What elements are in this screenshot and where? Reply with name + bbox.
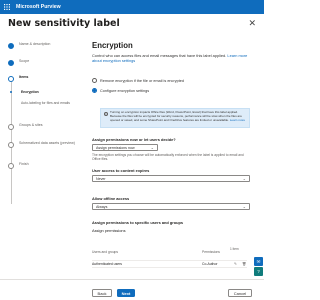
info-learn-more-link[interactable]: Learn more [230,118,245,122]
side-floating-actions: ✉ ? [254,257,264,277]
step-finish[interactable]: Finish [8,162,81,169]
step-scope[interactable]: Scope [8,59,81,66]
dropdown-value: Always [96,204,108,209]
step-items[interactable]: Items [8,75,81,82]
step-schematized-assets[interactable]: Schematized data assets (preview) [8,141,81,148]
info-icon: i [104,111,108,116]
intro-text: Control who can access files and email m… [92,53,250,63]
assign-permissions-label: Assign permissions now or let users deci… [92,137,176,142]
dropdown-value: Assign permissions now [96,145,135,150]
cancel-button[interactable]: Cancel [228,289,252,297]
row-user: Authenticated users [92,262,122,266]
close-icon[interactable]: ✕ [248,18,256,29]
access-expires-label: User access to content expires [92,168,150,173]
step-name-description[interactable]: Name & description [8,42,81,49]
specific-permissions-label: Assign permissions to specific users and… [92,220,184,225]
edit-icon[interactable]: ✎ [234,262,237,266]
row-permission: Co-Author [202,262,218,266]
offline-access-dropdown[interactable]: Always ⌄ [92,203,250,210]
radio-remove-encryption[interactable]: Remove encryption if the file or email i… [92,78,184,83]
info-body: Turning on encryption impacts Office fil… [110,110,242,122]
brand-name[interactable]: Microsoft Purview [16,4,61,10]
radio-configure-encryption[interactable]: Configure encryption settings [92,88,149,93]
col-users-groups: Users and groups [92,250,119,254]
step-groups-sites[interactable]: Groups & sites [8,123,81,130]
step-label: Groups & sites [19,123,43,127]
section-heading: Encryption [92,41,133,50]
page-title: New sensitivity label [8,18,120,29]
radio-label: Remove encryption if the file or email i… [100,78,184,83]
offline-access-label: Allow offline access [92,196,130,201]
col-permissions: Permissions [202,250,220,254]
table-row[interactable]: Authenticated users Co-Author ✎ 🗑 [92,260,247,268]
step-label: Scope [19,59,30,63]
assign-permissions-link[interactable]: Assign permissions [92,228,126,233]
back-button[interactable]: Back [92,289,112,297]
app-launcher-icon[interactable] [0,0,14,14]
permissions-table-header: Users and groups Permissions [92,250,247,254]
step-pending-icon [8,123,14,130]
radio-label: Configure encryption settings [100,88,150,93]
step-pending-icon [8,141,14,148]
next-button[interactable]: Next [117,289,135,297]
chevron-down-icon: ⌄ [242,204,246,209]
assign-permissions-dropdown[interactable]: Assign permissions now ⌄ [92,144,158,151]
delete-icon[interactable]: 🗑 [242,262,246,266]
step-label: Items [19,75,29,79]
step-label: Name & description [19,42,51,46]
chevron-down-icon: ⌄ [242,176,246,181]
step-current-icon [8,75,14,82]
step-complete-icon [8,59,14,66]
info-text: Turning on encryption impacts Office fil… [110,110,246,125]
radio-circle [92,78,97,83]
dropdown-value: Never [96,176,106,181]
step-pending-icon [8,162,14,169]
step-label: Finish [19,162,29,166]
help-icon[interactable]: ? [254,267,263,276]
radio-circle-selected [92,88,97,93]
wizard-footer: Back Next Cancel [0,279,264,300]
info-message: i Turning on encryption impacts Office f… [100,108,250,128]
step-label: Schematized data assets (preview) [19,141,75,145]
assign-permissions-help: The encryption settings you choose will … [92,153,244,162]
wizard-stepper: Name & description Scope Items Encryptio… [0,38,82,258]
substep-auto-labeling[interactable]: Auto-labeling for files and emails [21,101,77,105]
substep-encryption[interactable]: Encryption [21,90,77,94]
chevron-down-icon: ⌄ [150,145,154,150]
top-bar: Microsoft Purview [0,0,264,14]
chat-icon[interactable]: ✉ [254,257,263,266]
access-expires-dropdown[interactable]: Never ⌄ [92,175,250,182]
step-complete-icon [8,42,14,49]
